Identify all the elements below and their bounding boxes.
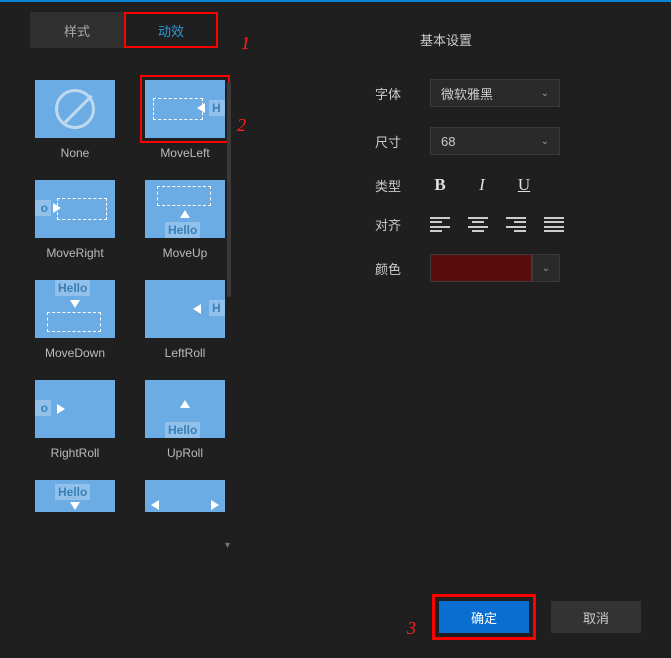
setting-color: 颜色 ⌄ bbox=[375, 254, 645, 282]
size-value: 68 bbox=[441, 134, 455, 149]
effect-label: LeftRoll bbox=[165, 346, 206, 360]
settings-title: 基本设置 bbox=[420, 30, 645, 49]
setting-type: 类型 B I U bbox=[375, 175, 645, 195]
underline-button[interactable]: U bbox=[514, 175, 534, 195]
bold-button[interactable]: B bbox=[430, 175, 450, 195]
color-dropdown-button[interactable]: ⌄ bbox=[532, 254, 560, 282]
left-panel: 样式 动效 bbox=[0, 12, 270, 48]
effect-item-partial-1[interactable]: Hello bbox=[20, 480, 130, 512]
effect-label: None bbox=[61, 146, 90, 160]
arrow-down-icon bbox=[70, 502, 80, 510]
setting-font: 字体 微软雅黑 ⌄ bbox=[375, 79, 645, 107]
effect-thumb-partial[interactable] bbox=[145, 480, 225, 512]
hello-ghost-icon: H bbox=[209, 100, 225, 116]
dashed-target-icon bbox=[157, 186, 211, 206]
align-right-button[interactable] bbox=[506, 217, 526, 233]
size-label: 尺寸 bbox=[375, 132, 430, 151]
hello-ghost-icon: Hello bbox=[165, 222, 200, 238]
align-left-button[interactable] bbox=[430, 217, 450, 233]
tab-style[interactable]: 样式 bbox=[30, 12, 124, 48]
setting-align: 对齐 bbox=[375, 215, 645, 234]
tab-bar: 样式 动效 bbox=[30, 12, 270, 48]
size-dropdown[interactable]: 68 ⌄ bbox=[430, 127, 560, 155]
hello-ghost-icon: Hello bbox=[55, 484, 90, 500]
chevron-down-icon: ⌄ bbox=[541, 136, 549, 147]
hello-ghost-icon: Hello bbox=[165, 422, 200, 438]
effect-item-rightroll[interactable]: o RightRoll bbox=[20, 380, 130, 460]
align-center-button[interactable] bbox=[468, 217, 488, 233]
arrow-right-icon bbox=[211, 500, 219, 510]
settings-panel: 基本设置 字体 微软雅黑 ⌄ 尺寸 68 ⌄ 类型 B I U 对齐 bbox=[375, 30, 645, 302]
font-label: 字体 bbox=[375, 84, 430, 103]
arrow-down-icon bbox=[70, 300, 80, 308]
effect-label: MoveDown bbox=[45, 346, 105, 360]
align-label: 对齐 bbox=[375, 215, 430, 234]
effect-label: UpRoll bbox=[167, 446, 203, 460]
scroll-indicator-icon: ▾ bbox=[225, 540, 230, 551]
effect-scrollbar[interactable] bbox=[227, 82, 231, 297]
arrow-up-icon bbox=[180, 210, 190, 218]
effect-thumb-moveright[interactable]: o bbox=[35, 180, 115, 238]
color-picker[interactable]: ⌄ bbox=[430, 254, 560, 282]
effect-item-uproll[interactable]: Hello UpRoll bbox=[130, 380, 240, 460]
effect-item-moveright[interactable]: o MoveRight bbox=[20, 180, 130, 260]
font-value: 微软雅黑 bbox=[441, 84, 493, 103]
window-top-border bbox=[0, 0, 671, 2]
effect-item-movedown[interactable]: Hello MoveDown bbox=[20, 280, 130, 360]
hello-ghost-icon: o bbox=[35, 400, 51, 416]
effect-item-leftroll[interactable]: H LeftRoll bbox=[130, 280, 240, 360]
effect-label: MoveRight bbox=[46, 246, 103, 260]
hello-ghost-icon: H bbox=[209, 300, 225, 316]
effect-thumb-rightroll[interactable]: o bbox=[35, 380, 115, 438]
ok-button[interactable]: 确定 bbox=[439, 601, 529, 633]
align-justify-button[interactable] bbox=[544, 217, 564, 233]
color-swatch[interactable] bbox=[430, 254, 532, 282]
dashed-target-icon bbox=[153, 98, 203, 120]
arrow-right-icon bbox=[57, 404, 65, 414]
align-buttons bbox=[430, 217, 564, 233]
effect-thumb-partial[interactable]: Hello bbox=[35, 480, 115, 512]
type-buttons: B I U bbox=[430, 175, 534, 195]
tab-effect[interactable]: 动效 bbox=[124, 12, 218, 48]
color-label: 颜色 bbox=[375, 259, 430, 278]
effect-item-none[interactable]: None bbox=[20, 80, 130, 160]
arrow-left-icon bbox=[193, 304, 201, 314]
effect-item-moveleft[interactable]: H MoveLeft bbox=[130, 80, 240, 160]
type-label: 类型 bbox=[375, 176, 430, 195]
dialog-buttons: 确定 取消 bbox=[439, 601, 641, 633]
effect-thumb-none[interactable] bbox=[35, 80, 115, 138]
effect-grid: None H MoveLeft o MoveRight Hello MoveUp… bbox=[20, 80, 240, 532]
italic-button[interactable]: I bbox=[472, 175, 492, 195]
effect-label: MoveLeft bbox=[160, 146, 209, 160]
arrow-up-icon bbox=[180, 400, 190, 408]
arrow-right-icon bbox=[53, 203, 61, 213]
effect-item-moveup[interactable]: Hello MoveUp bbox=[130, 180, 240, 260]
arrow-left-icon bbox=[197, 103, 205, 113]
effect-thumb-moveup[interactable]: Hello bbox=[145, 180, 225, 238]
chevron-down-icon: ⌄ bbox=[542, 263, 550, 274]
hello-ghost-icon: o bbox=[35, 200, 51, 216]
arrow-left-icon bbox=[151, 500, 159, 510]
none-icon bbox=[55, 89, 95, 129]
effect-thumb-leftroll[interactable]: H bbox=[145, 280, 225, 338]
hello-ghost-icon: Hello bbox=[55, 280, 90, 296]
annotation-3: 3 bbox=[407, 618, 416, 639]
setting-size: 尺寸 68 ⌄ bbox=[375, 127, 645, 155]
dashed-target-icon bbox=[47, 312, 101, 332]
chevron-down-icon: ⌄ bbox=[541, 88, 549, 99]
effect-item-partial-2[interactable] bbox=[130, 480, 240, 512]
effect-thumb-movedown[interactable]: Hello bbox=[35, 280, 115, 338]
effect-thumb-moveleft[interactable]: H bbox=[145, 80, 225, 138]
cancel-button[interactable]: 取消 bbox=[551, 601, 641, 633]
font-dropdown[interactable]: 微软雅黑 ⌄ bbox=[430, 79, 560, 107]
dashed-target-icon bbox=[57, 198, 107, 220]
effect-thumb-uproll[interactable]: Hello bbox=[145, 380, 225, 438]
effect-label: RightRoll bbox=[51, 446, 100, 460]
effect-label: MoveUp bbox=[163, 246, 208, 260]
